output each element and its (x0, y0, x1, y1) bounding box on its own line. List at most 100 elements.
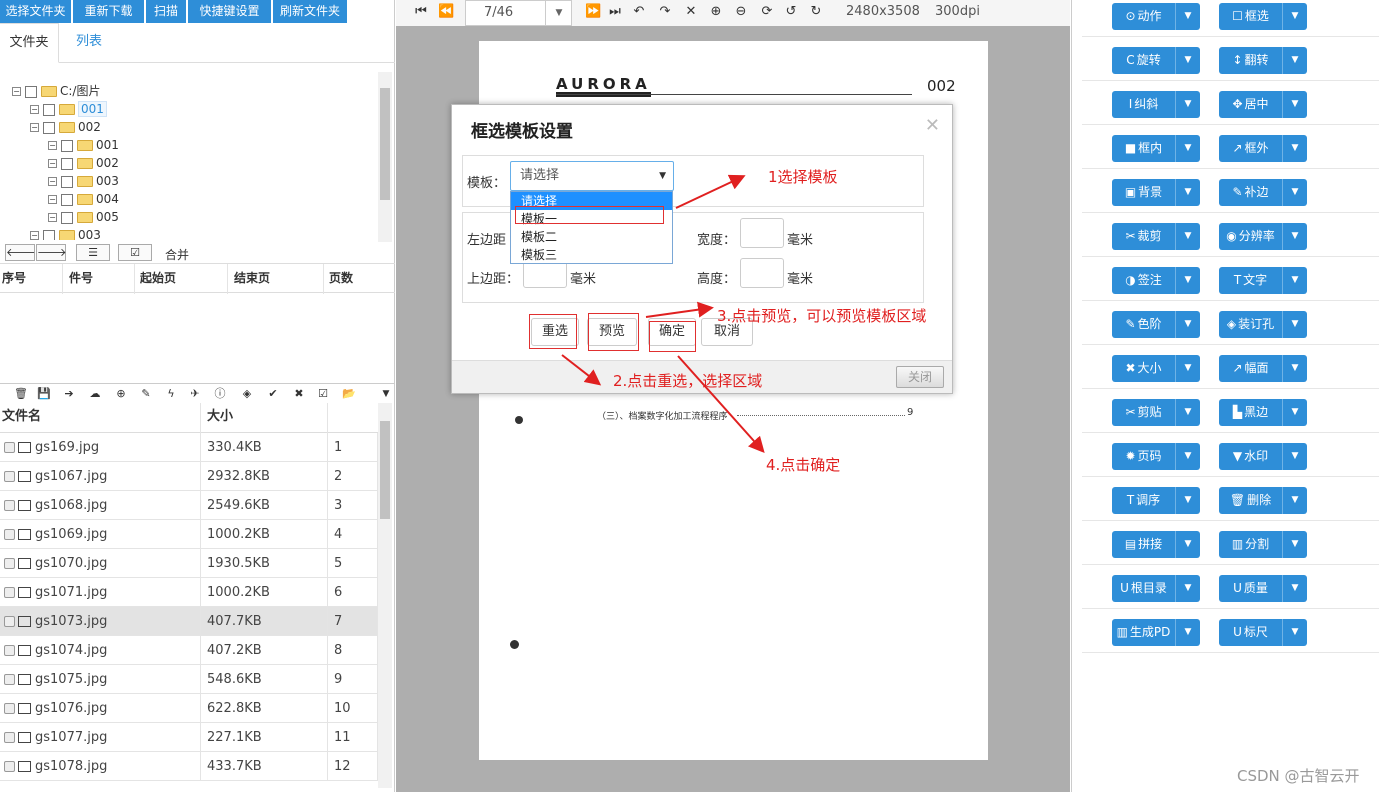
flip-button[interactable]: ↕ 翻转 ▼ (1219, 47, 1307, 74)
button-label: ✎ 补边 (1219, 179, 1282, 206)
button-text: 裁剪 (1137, 229, 1162, 243)
deskew-icon: I (1128, 97, 1133, 111)
annotate-button[interactable]: ◑ 签注 ▼ (1112, 267, 1200, 294)
chevron-down-icon[interactable]: ▼ (1175, 399, 1200, 426)
chevron-down-icon[interactable]: ▼ (1175, 135, 1200, 162)
button-label: ▼ 水印 (1219, 443, 1282, 470)
rotate-button[interactable]: C 旋转 ▼ (1112, 47, 1200, 74)
inner-button[interactable]: ■ 框内 ▼ (1112, 135, 1200, 162)
chevron-down-icon[interactable]: ▼ (1282, 619, 1307, 646)
button-text: 分辨率 (1238, 229, 1275, 243)
pad-edge-button[interactable]: ✎ 补边 ▼ (1219, 179, 1307, 206)
button-label: ↗ 幅面 (1219, 355, 1282, 382)
divider (1082, 36, 1379, 37)
chevron-down-icon[interactable]: ▼ (1282, 531, 1307, 558)
chevron-down-icon[interactable]: ▼ (1175, 3, 1200, 30)
reorder-button[interactable]: T 调序 ▼ (1112, 487, 1200, 514)
chevron-down-icon[interactable]: ▼ (1282, 487, 1307, 514)
ruler-button[interactable]: U 标尺 ▼ (1219, 619, 1307, 646)
clip-button[interactable]: ✂ 剪贴 ▼ (1112, 399, 1200, 426)
clip-icon: ✂ (1125, 405, 1136, 419)
binding-hole-button[interactable]: ◈ 装订孔 ▼ (1219, 311, 1307, 338)
chevron-down-icon[interactable]: ▼ (1282, 135, 1307, 162)
arrow-1 (675, 174, 746, 209)
chevron-down-icon[interactable]: ▼ (1282, 91, 1307, 118)
box-select-icon: ☐ (1232, 9, 1243, 23)
chevron-down-icon[interactable]: ▼ (1175, 267, 1200, 294)
arrow-2 (561, 354, 602, 386)
divider (1082, 300, 1379, 301)
page-size-button[interactable]: ↗ 幅面 ▼ (1219, 355, 1307, 382)
binding-hole-icon: ◈ (1226, 317, 1237, 331)
divider (1082, 652, 1379, 653)
annotate-icon: ◑ (1125, 273, 1136, 287)
button-text: 动作 (1137, 9, 1162, 23)
chevron-down-icon[interactable]: ▼ (1175, 179, 1200, 206)
black-edge-button[interactable]: ▙ 黑边 ▼ (1219, 399, 1307, 426)
action-button[interactable]: ⊙ 动作 ▼ (1112, 3, 1200, 30)
text-button[interactable]: T 文字 ▼ (1219, 267, 1307, 294)
chevron-down-icon[interactable]: ▼ (1282, 223, 1307, 250)
button-label: ☐ 框选 (1219, 3, 1282, 30)
right-tool-panel: ⊙ 动作 ▼ ☐ 框选 ▼ C 旋转 ▼ ↕ 翻转 ▼ I 纠斜 ▼ ✥ 居中 ▼ ■ 框内 ▼ ↗ 框外 ▼ ▣ 背景 ▼ ✎ 补边 ▼… (1071, 0, 1388, 792)
chevron-down-icon[interactable]: ▼ (1282, 311, 1307, 338)
deskew-button[interactable]: I 纠斜 ▼ (1112, 91, 1200, 118)
chevron-down-icon[interactable]: ▼ (1175, 47, 1200, 74)
button-text: 水印 (1244, 449, 1269, 463)
button-label: ✹ 页码 (1112, 443, 1175, 470)
watermark-button[interactable]: ▼ 水印 ▼ (1219, 443, 1307, 470)
merge-button[interactable]: ▤ 拼接 ▼ (1112, 531, 1200, 558)
button-text: 翻转 (1244, 53, 1269, 67)
divider (1082, 212, 1379, 213)
button-label: ✎ 色阶 (1112, 311, 1175, 338)
size-icon: ✖ (1125, 361, 1136, 375)
chevron-down-icon[interactable]: ▼ (1282, 443, 1307, 470)
chevron-down-icon[interactable]: ▼ (1175, 619, 1200, 646)
button-text: 框内 (1138, 141, 1163, 155)
button-text: 色阶 (1137, 317, 1162, 331)
chevron-down-icon[interactable]: ▼ (1175, 355, 1200, 382)
divider (1082, 520, 1379, 521)
chevron-down-icon[interactable]: ▼ (1282, 3, 1307, 30)
chevron-down-icon[interactable]: ▼ (1282, 575, 1307, 602)
chevron-down-icon[interactable]: ▼ (1175, 487, 1200, 514)
reorder-icon: T (1126, 493, 1135, 507)
background-button[interactable]: ▣ 背景 ▼ (1112, 179, 1200, 206)
chevron-down-icon[interactable]: ▼ (1175, 443, 1200, 470)
button-text: 大小 (1137, 361, 1162, 375)
divider (1082, 388, 1379, 389)
crop-button[interactable]: ✂ 裁剪 ▼ (1112, 223, 1200, 250)
button-label: ▥ 分割 (1219, 531, 1282, 558)
button-text: 生成PD (1129, 625, 1171, 639)
divider (1082, 432, 1379, 433)
center-button[interactable]: ✥ 居中 ▼ (1219, 91, 1307, 118)
quality-button[interactable]: U 质量 ▼ (1219, 575, 1307, 602)
root-dir-button[interactable]: U 根目录 ▼ (1112, 575, 1200, 602)
button-label: ✂ 裁剪 (1112, 223, 1175, 250)
button-text: 背景 (1138, 185, 1163, 199)
chevron-down-icon[interactable]: ▼ (1175, 575, 1200, 602)
chevron-down-icon[interactable]: ▼ (1282, 179, 1307, 206)
chevron-down-icon[interactable]: ▼ (1175, 311, 1200, 338)
delete-button[interactable]: 🗑 删除 ▼ (1219, 487, 1307, 514)
outer-button[interactable]: ↗ 框外 ▼ (1219, 135, 1307, 162)
crop-icon: ✂ (1125, 229, 1136, 243)
chevron-down-icon[interactable]: ▼ (1282, 47, 1307, 74)
button-label: ✥ 居中 (1219, 91, 1282, 118)
page-number-button[interactable]: ✹ 页码 ▼ (1112, 443, 1200, 470)
levels-button[interactable]: ✎ 色阶 ▼ (1112, 311, 1200, 338)
chevron-down-icon[interactable]: ▼ (1175, 531, 1200, 558)
chevron-down-icon[interactable]: ▼ (1175, 91, 1200, 118)
chevron-down-icon[interactable]: ▼ (1282, 267, 1307, 294)
generate-pdf-button[interactable]: ▥ 生成PD ▼ (1112, 619, 1200, 646)
split-button[interactable]: ▥ 分割 ▼ (1219, 531, 1307, 558)
resolution-icon: ◉ (1226, 229, 1237, 243)
chevron-down-icon[interactable]: ▼ (1282, 355, 1307, 382)
size-button[interactable]: ✖ 大小 ▼ (1112, 355, 1200, 382)
box-select-button[interactable]: ☐ 框选 ▼ (1219, 3, 1307, 30)
resolution-button[interactable]: ◉ 分辨率 ▼ (1219, 223, 1307, 250)
button-label: T 文字 (1219, 267, 1282, 294)
chevron-down-icon[interactable]: ▼ (1282, 399, 1307, 426)
page-size-icon: ↗ (1232, 361, 1243, 375)
chevron-down-icon[interactable]: ▼ (1175, 223, 1200, 250)
